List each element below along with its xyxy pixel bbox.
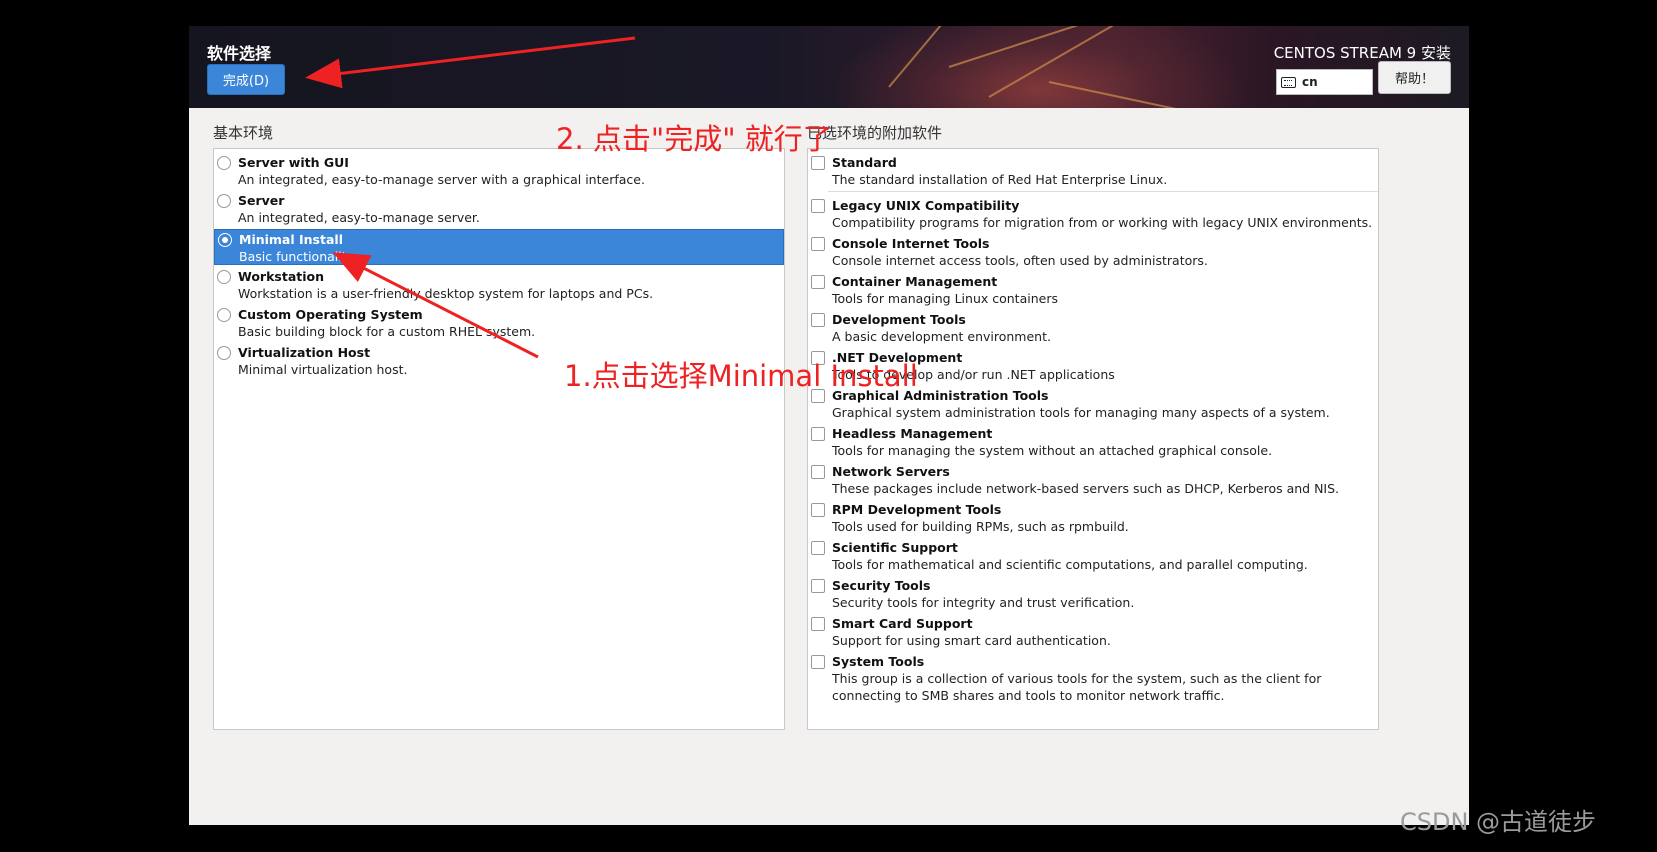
annotation-step1: 1.点击选择Minimal Install xyxy=(564,359,918,393)
arrow-to-done-button xyxy=(305,36,636,89)
annotation-step2: 2. 点击"完成" 就行了 xyxy=(556,122,832,156)
arrow-to-minimal-install xyxy=(332,252,539,359)
watermark: CSDN @古道徒步 xyxy=(1400,808,1597,836)
